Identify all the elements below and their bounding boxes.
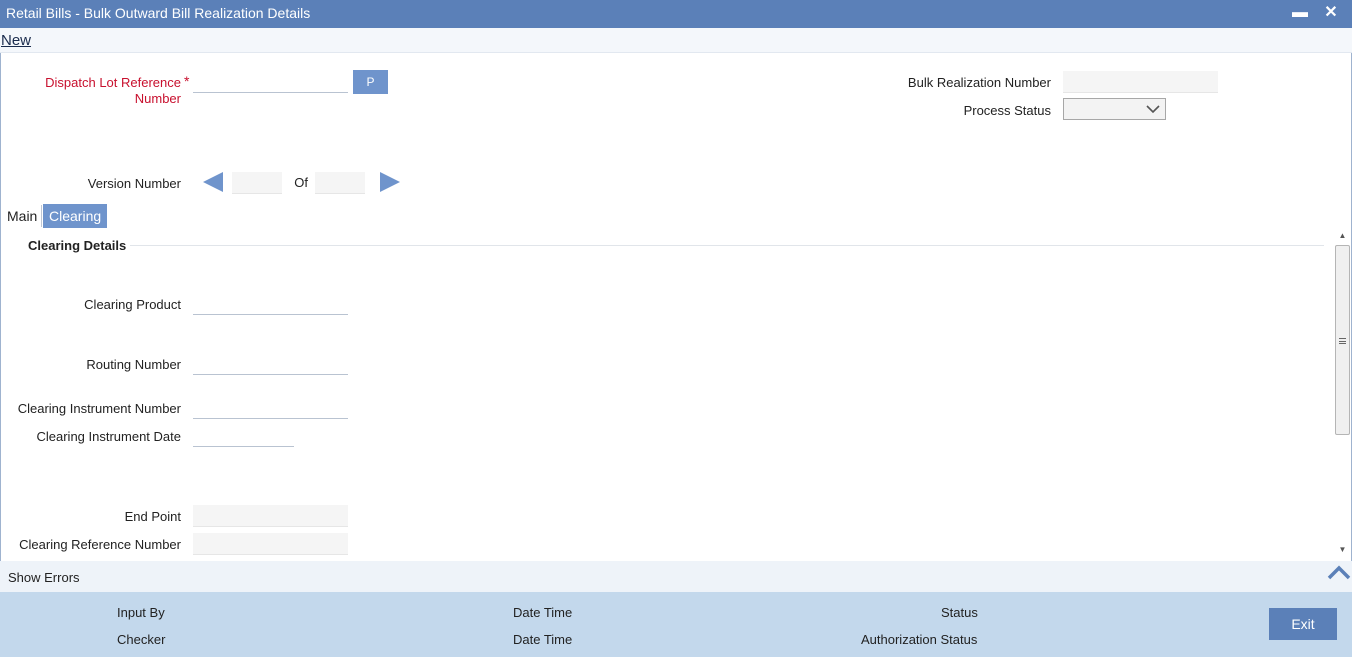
audit-footer: Input By Checker Date Time Date Time Sta… (0, 592, 1352, 657)
new-link[interactable]: New (1, 32, 31, 49)
process-status-label: Process Status (963, 103, 1051, 118)
routing-number-label: Routing Number (86, 357, 181, 372)
show-errors-bar: Show Errors (0, 561, 1352, 592)
window-title-bar: Retail Bills - Bulk Outward Bill Realiza… (0, 0, 1352, 28)
vertical-scrollbar[interactable]: ▲ ▼ (1334, 228, 1351, 558)
clearing-instrument-number-input[interactable] (193, 397, 348, 419)
tab-clearing[interactable]: Clearing (43, 204, 108, 228)
checker-date-time-label: Date Time (513, 632, 573, 647)
clearing-product-label: Clearing Product (84, 297, 181, 312)
menu-bar: New (0, 28, 1352, 53)
previous-arrow-icon[interactable] (201, 171, 225, 193)
window-title: Retail Bills - Bulk Outward Bill Realiza… (6, 5, 311, 21)
checker-label: Checker (117, 632, 166, 647)
bulk-realization-input[interactable] (1063, 71, 1218, 93)
minimize-icon[interactable]: ▬ (1290, 2, 1310, 24)
close-icon[interactable]: ✕ (1321, 2, 1341, 24)
clearing-instrument-number-label: Clearing Instrument Number (17, 401, 181, 416)
clearing-product-input[interactable] (193, 293, 348, 315)
routing-number-input[interactable] (193, 353, 348, 375)
show-errors-link[interactable]: Show Errors (8, 570, 80, 585)
clearing-instrument-date-label: Clearing Instrument Date (36, 429, 181, 444)
p-lov-button[interactable]: P (353, 70, 388, 94)
status-label: Status (941, 605, 978, 620)
dispatch-lot-reference-input[interactable] (193, 71, 348, 93)
clearing-reference-number-input[interactable] (193, 533, 348, 555)
authorization-status-label: Authorization Status (861, 632, 978, 647)
collapse-up-icon[interactable] (1327, 564, 1351, 580)
version-number-label: Version Number (87, 176, 181, 191)
scroll-up-icon[interactable]: ▲ (1337, 231, 1348, 241)
required-marker: * (184, 73, 190, 89)
section-divider (130, 245, 1324, 246)
total-versions-input[interactable] (315, 172, 365, 194)
version-number-input[interactable] (232, 172, 282, 194)
exit-button[interactable]: Exit (1269, 608, 1337, 640)
tab-main[interactable]: Main (1, 204, 43, 228)
bulk-realization-label: Bulk Realization Number (907, 75, 1051, 90)
next-arrow-icon[interactable] (378, 171, 402, 193)
chevron-down-icon (1146, 105, 1160, 114)
scroll-grip-icon (1339, 338, 1346, 344)
of-label: Of (294, 175, 308, 190)
clearing-reference-number-label: Clearing Reference Number (19, 537, 181, 552)
input-by-label: Input By (117, 605, 165, 620)
end-point-input[interactable] (193, 505, 348, 527)
dispatch-lot-label-line1: Dispatch Lot Reference (45, 75, 181, 90)
scrollbar-thumb[interactable] (1335, 245, 1350, 435)
clearing-instrument-date-input[interactable] (193, 425, 294, 447)
process-status-select[interactable] (1063, 98, 1166, 120)
clearing-details-title: Clearing Details (28, 238, 127, 253)
scroll-down-icon[interactable]: ▼ (1337, 545, 1348, 555)
end-point-label: End Point (124, 509, 181, 524)
tab-separator (41, 205, 42, 227)
input-date-time-label: Date Time (513, 605, 573, 620)
dispatch-lot-label-line2: Number (134, 91, 181, 106)
